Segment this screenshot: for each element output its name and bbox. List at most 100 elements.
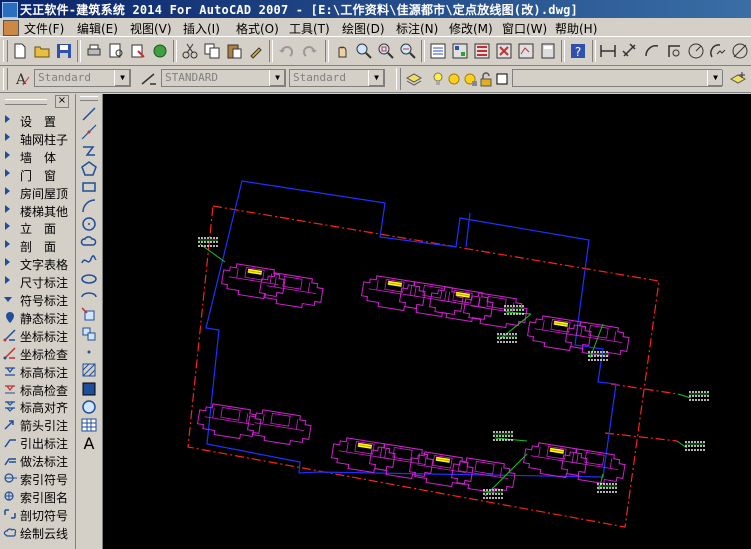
building-block[interactable] bbox=[196, 402, 262, 441]
building-block[interactable] bbox=[526, 314, 592, 353]
app-icon[interactable] bbox=[2, 2, 18, 18]
toolbar-grip[interactable] bbox=[3, 40, 8, 62]
revcloud-icon[interactable] bbox=[80, 233, 98, 251]
copy-icon[interactable] bbox=[202, 41, 222, 61]
palette-group-room-roof[interactable]: 房间屋顶 bbox=[0, 183, 75, 201]
ellipse-arc-icon[interactable] bbox=[80, 288, 98, 306]
ellipse-icon[interactable] bbox=[80, 270, 98, 288]
building-block[interactable] bbox=[220, 262, 286, 301]
text-style-icon[interactable]: A bbox=[12, 69, 32, 89]
document-icon[interactable] bbox=[3, 20, 19, 36]
toolbar-grip[interactable] bbox=[3, 68, 8, 90]
palette-command-17[interactable]: 箭头引注 bbox=[0, 415, 75, 433]
diameter-dimension-icon[interactable] bbox=[730, 41, 750, 61]
building-block[interactable] bbox=[560, 447, 626, 486]
menu-tools[interactable]: 工具(T) bbox=[289, 20, 330, 37]
palette-group-symbol[interactable]: 符号标注 bbox=[0, 290, 75, 308]
menu-draw[interactable]: 绘图(D) bbox=[342, 20, 385, 37]
menu-window[interactable]: 窗口(W) bbox=[502, 20, 547, 37]
palette-command-18[interactable]: 引出标注 bbox=[0, 433, 75, 451]
save-icon[interactable] bbox=[54, 41, 74, 61]
drawing-canvas[interactable] bbox=[103, 94, 751, 549]
radius-dimension-icon[interactable] bbox=[686, 41, 706, 61]
ordinate-dimension-icon[interactable] bbox=[664, 41, 684, 61]
construction-line-icon[interactable] bbox=[80, 123, 98, 141]
layer-manager-icon[interactable] bbox=[404, 69, 424, 89]
menu-insert[interactable]: 插入(I) bbox=[183, 20, 220, 37]
jogged-dimension-icon[interactable] bbox=[708, 41, 728, 61]
palette-group-axis-column[interactable]: 轴网柱子 bbox=[0, 129, 75, 147]
redo-icon[interactable] bbox=[300, 41, 320, 61]
chevron-down-icon[interactable]: ▼ bbox=[707, 70, 723, 86]
aligned-dimension-icon[interactable] bbox=[620, 41, 640, 61]
sheet-set-icon[interactable] bbox=[494, 41, 514, 61]
markup-icon[interactable] bbox=[516, 41, 536, 61]
gradient-icon[interactable] bbox=[80, 380, 98, 398]
insert-block-icon[interactable] bbox=[80, 306, 98, 324]
design-center-icon[interactable] bbox=[450, 41, 470, 61]
palette-command-11[interactable]: 静态标注 bbox=[0, 308, 75, 326]
palette-group-elevation[interactable]: 立 面 bbox=[0, 218, 75, 236]
plot-3d-icon[interactable] bbox=[150, 41, 170, 61]
palette-group-stairs-other[interactable]: 楼梯其他 bbox=[0, 201, 75, 219]
coordinate-tag[interactable] bbox=[198, 237, 226, 263]
new-file-icon[interactable] bbox=[10, 41, 30, 61]
zoom-previous-icon[interactable] bbox=[398, 41, 418, 61]
building-block[interactable] bbox=[360, 274, 426, 313]
cad-drawing[interactable] bbox=[103, 94, 751, 549]
dimension-style-select[interactable]: STANDARD ▼ bbox=[161, 69, 286, 87]
building-block[interactable] bbox=[258, 271, 324, 310]
match-properties-icon[interactable] bbox=[246, 41, 266, 61]
palette-command-21[interactable]: 索引图名 bbox=[0, 487, 75, 505]
open-file-icon[interactable] bbox=[32, 41, 52, 61]
print-icon[interactable] bbox=[84, 41, 104, 61]
menu-edit[interactable]: 编辑(E) bbox=[77, 20, 118, 37]
undo-icon[interactable] bbox=[276, 41, 296, 61]
menu-dimension[interactable]: 标注(N) bbox=[396, 20, 438, 37]
polygon-icon[interactable] bbox=[80, 160, 98, 178]
polyline-icon[interactable] bbox=[80, 142, 98, 160]
zoom-window-icon[interactable] bbox=[376, 41, 396, 61]
palette-group-setup[interactable]: 设 置 bbox=[0, 111, 75, 129]
building-block[interactable] bbox=[428, 285, 494, 324]
menu-modify[interactable]: 修改(M) bbox=[449, 20, 493, 37]
palette-command-20[interactable]: 索引符号 bbox=[0, 469, 75, 487]
toolbar-grip[interactable] bbox=[396, 68, 401, 90]
palette-command-13[interactable]: 坐标检查 bbox=[0, 344, 75, 362]
palette-group-section[interactable]: 剖 面 bbox=[0, 236, 75, 254]
coordinate-tag[interactable] bbox=[677, 391, 709, 401]
coordinate-tag[interactable] bbox=[497, 313, 532, 343]
table-style-select[interactable]: Standard ▼ bbox=[289, 69, 385, 87]
palette-command-22[interactable]: 剖切符号 bbox=[0, 505, 75, 523]
menu-help[interactable]: 帮助(H) bbox=[555, 20, 597, 37]
tool-palettes-icon[interactable] bbox=[472, 41, 492, 61]
building-block[interactable] bbox=[398, 280, 464, 319]
properties-icon[interactable] bbox=[428, 41, 448, 61]
palette-command-19[interactable]: 做法标注 bbox=[0, 451, 75, 469]
palette-command-16[interactable]: 标高对齐 bbox=[0, 397, 75, 415]
palette-command-23[interactable]: 绘制云线 bbox=[0, 523, 75, 541]
line-icon[interactable] bbox=[80, 105, 98, 123]
toolbar-grip[interactable] bbox=[80, 96, 98, 101]
dimension-style-icon[interactable] bbox=[139, 69, 159, 89]
building-block[interactable] bbox=[330, 436, 396, 475]
coordinate-tag[interactable] bbox=[493, 431, 528, 442]
chevron-down-icon[interactable]: ▼ bbox=[368, 70, 384, 86]
menu-format[interactable]: 格式(O) bbox=[236, 20, 279, 37]
chevron-down-icon[interactable]: ▼ bbox=[269, 70, 285, 86]
palette-group-door-window[interactable]: 门 窗 bbox=[0, 165, 75, 183]
menu-view[interactable]: 视图(V) bbox=[130, 20, 172, 37]
zoom-realtime-icon[interactable] bbox=[354, 41, 374, 61]
hatch-icon[interactable] bbox=[80, 361, 98, 379]
make-current-layer-icon[interactable] bbox=[728, 69, 748, 89]
circle-icon[interactable] bbox=[80, 215, 98, 233]
layer-select[interactable]: ▼ bbox=[512, 69, 723, 87]
arc-length-icon[interactable] bbox=[642, 41, 662, 61]
palette-group-dimension[interactable]: 尺寸标注 bbox=[0, 272, 75, 290]
make-block-icon[interactable] bbox=[80, 325, 98, 343]
cut-icon[interactable] bbox=[180, 41, 200, 61]
coordinate-tag[interactable] bbox=[676, 440, 705, 451]
building-block[interactable] bbox=[246, 408, 312, 447]
linear-dimension-icon[interactable] bbox=[598, 41, 618, 61]
rectangle-icon[interactable] bbox=[80, 178, 98, 196]
